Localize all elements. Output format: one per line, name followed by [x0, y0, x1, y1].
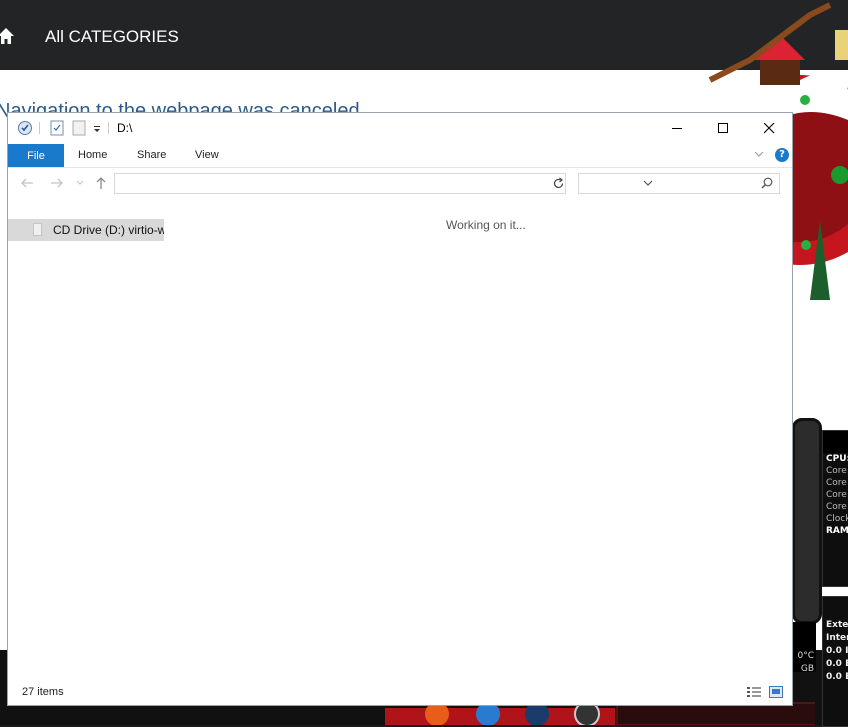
back-icon[interactable] — [20, 176, 34, 190]
tab-view[interactable]: View — [195, 149, 219, 161]
minimize-icon — [671, 127, 682, 129]
int-label: Inter — [826, 633, 848, 643]
search-input[interactable] — [578, 173, 780, 194]
cd-drive-icon — [33, 223, 42, 236]
clock-label: Clock — [826, 514, 848, 524]
nav-item-cd-drive[interactable]: CD Drive (D:) virtio-win — [8, 219, 164, 241]
cpu-meter-gadget: CPU: Core Core Core Core Clock RAM — [822, 430, 848, 587]
tab-file[interactable]: File — [8, 144, 64, 167]
title-bar[interactable]: D:\ — [8, 113, 792, 143]
net-value: 0.0 E — [826, 659, 848, 669]
qat-divider — [108, 122, 109, 134]
new-folder-icon[interactable] — [72, 120, 86, 136]
ribbon-tabs: File Home Share View ? — [8, 143, 792, 168]
help-icon[interactable]: ? — [775, 148, 789, 162]
expand-ribbon-icon[interactable] — [753, 148, 765, 160]
core-label: Core — [826, 466, 847, 476]
core-label: Core — [826, 478, 847, 488]
gauge-gadget — [792, 418, 822, 624]
tab-home[interactable]: Home — [78, 149, 107, 161]
status-item-count: 27 items — [22, 686, 64, 698]
up-icon[interactable] — [94, 176, 108, 190]
forward-icon[interactable] — [50, 176, 64, 190]
file-explorer-window: D:\ File Home Share View ? CD Drive (D:)… — [7, 112, 793, 706]
gb-value: GB — [800, 664, 814, 674]
ext-label: Exte — [826, 620, 848, 630]
network-meter-gadget: Exte Inter 0.0 I 0.0 E 0.0 E — [822, 596, 848, 727]
ram-label: RAM — [826, 526, 848, 536]
all-categories-link[interactable]: All CATEGORIES — [45, 27, 179, 47]
customize-qat-icon[interactable] — [92, 120, 102, 136]
core-label: Core — [826, 490, 847, 500]
window-title: D:\ — [117, 121, 133, 135]
recent-locations-icon[interactable] — [76, 180, 84, 186]
qat-divider — [39, 122, 40, 134]
temp-value: 0°C — [797, 651, 814, 661]
net-value: 0.0 E — [826, 672, 848, 682]
search-icon — [761, 177, 773, 189]
maximize-button[interactable] — [700, 113, 746, 143]
new-document-icon[interactable] — [50, 120, 64, 136]
tab-share[interactable]: Share — [137, 149, 166, 161]
net-value: 0.0 I — [826, 646, 848, 656]
cpu-label: CPU: — [826, 454, 848, 464]
nav-item-label: CD Drive (D:) virtio-win — [53, 223, 164, 237]
home-icon[interactable] — [0, 27, 14, 45]
temp-gadget: 0°C GB — [792, 622, 816, 674]
core-label: Core — [826, 502, 847, 512]
maximize-icon — [717, 122, 728, 133]
navigation-bar — [8, 169, 792, 199]
address-bar[interactable] — [114, 173, 653, 194]
details-view-icon[interactable] — [747, 686, 761, 698]
refresh-icon[interactable] — [552, 177, 565, 190]
close-icon — [763, 122, 774, 133]
close-button[interactable] — [746, 113, 792, 143]
minimize-button[interactable] — [654, 113, 700, 143]
loading-message: Working on it... — [446, 218, 526, 232]
properties-icon[interactable] — [17, 120, 33, 136]
large-icons-view-icon[interactable] — [769, 686, 783, 698]
